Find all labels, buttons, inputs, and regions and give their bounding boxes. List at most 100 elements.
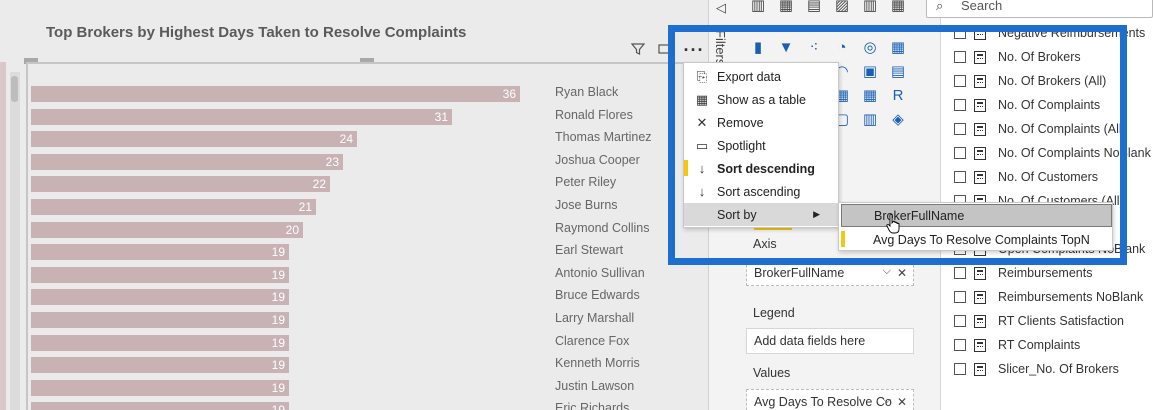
bar-row[interactable]: 19 xyxy=(31,379,289,396)
bar[interactable] xyxy=(31,131,357,148)
bar-row[interactable]: 19 xyxy=(31,266,289,283)
field-label: No. Of Complaints NoBlank xyxy=(998,146,1151,160)
field-item[interactable]: No. Of Brokers xyxy=(954,48,1081,66)
bar[interactable] xyxy=(31,266,289,283)
bar[interactable] xyxy=(31,199,316,215)
card-icon[interactable]: ▣ xyxy=(859,60,881,82)
context-menu: ⎘ Export data ▦ Show as a table ✕ Remove ▭ Spot… xyxy=(683,62,839,228)
collapse-arrow-icon[interactable]: ◁ xyxy=(716,0,726,16)
field-item[interactable]: Negative Reimbursements xyxy=(954,24,1145,42)
column-100-icon[interactable]: ▥ xyxy=(859,0,881,16)
remove-field-icon[interactable]: ✕ xyxy=(897,395,907,409)
donut-icon[interactable]: ◎ xyxy=(859,36,881,58)
multirow-card-icon[interactable]: ▤ xyxy=(887,60,909,82)
bar[interactable] xyxy=(31,108,452,125)
bar-row[interactable]: 19 xyxy=(31,402,289,410)
stacked-bar-icon[interactable]: ▥ xyxy=(747,0,769,16)
field-item[interactable]: RT Complaints xyxy=(954,336,1080,354)
field-checkbox[interactable] xyxy=(954,339,966,351)
r-visual-icon[interactable]: R xyxy=(887,84,909,106)
funnel-icon[interactable]: ▼ xyxy=(775,36,797,58)
field-checkbox[interactable] xyxy=(954,75,966,87)
treemap-icon[interactable]: ▦ xyxy=(887,36,909,58)
field-checkbox[interactable] xyxy=(954,123,966,135)
field-checkbox[interactable] xyxy=(954,99,966,111)
field-checkbox[interactable] xyxy=(954,363,966,375)
filters-tab[interactable]: Filters xyxy=(712,30,728,65)
bar-100-icon[interactable]: ▦ xyxy=(887,0,909,16)
more-options-button[interactable]: ··· xyxy=(680,38,708,62)
bar[interactable] xyxy=(31,402,289,410)
bar[interactable] xyxy=(31,176,330,193)
bar-row[interactable]: 19 xyxy=(31,289,289,306)
spotlight-menu-item[interactable]: ▭ Spotlight xyxy=(684,134,838,157)
pie-icon[interactable]: ◔ xyxy=(831,36,853,58)
matrix-icon[interactable]: ▦ xyxy=(859,84,881,106)
bar[interactable] xyxy=(31,244,289,261)
bar-row[interactable]: 19 xyxy=(31,357,289,374)
ribbon-chart-icon[interactable]: ▮ xyxy=(747,36,769,58)
visual-scrollbar-track[interactable] xyxy=(10,72,20,410)
bar-row[interactable]: 22 xyxy=(31,176,330,193)
bar[interactable] xyxy=(31,153,343,170)
field-checkbox[interactable] xyxy=(954,315,966,327)
field-checkbox[interactable] xyxy=(954,51,966,63)
well-field[interactable]: Add data fields here xyxy=(746,328,914,354)
report-canvas: Top Brokers by Highest Days Taken to Res… xyxy=(0,0,708,410)
bar-row[interactable]: 36 xyxy=(31,86,520,102)
field-item[interactable]: Reimbursements xyxy=(954,264,1092,282)
visual-scrollbar-thumb[interactable] xyxy=(11,76,18,102)
sort-by-option[interactable]: Avg Days To Resolve Complaints TopN xyxy=(841,228,1112,251)
bar[interactable] xyxy=(31,312,289,328)
export-data-menu-item[interactable]: ⎘ Export data xyxy=(684,65,838,88)
chevron-down-icon[interactable]: ⌵ xyxy=(883,394,891,407)
bar[interactable] xyxy=(31,379,289,396)
bar-row[interactable]: 19 xyxy=(31,244,289,261)
decomposition-tree-icon[interactable]: ◈ xyxy=(887,108,909,130)
clustered-column-icon[interactable]: ▨ xyxy=(831,0,853,16)
well-field[interactable]: Avg Days To Resolve Co ⌵ ✕ xyxy=(746,389,914,410)
bar[interactable] xyxy=(31,221,303,238)
field-checkbox[interactable] xyxy=(954,147,966,159)
field-checkbox[interactable] xyxy=(954,171,966,183)
scatter-icon[interactable]: ⁖ xyxy=(803,36,825,58)
bar[interactable] xyxy=(31,289,289,306)
bar[interactable] xyxy=(31,357,289,374)
sort-descending-menu-item[interactable]: ↓ Sort descending xyxy=(684,157,838,180)
bar-row[interactable]: 21 xyxy=(31,199,316,215)
field-checkbox[interactable] xyxy=(954,267,966,279)
bar-row[interactable]: 20 xyxy=(31,221,303,238)
bar[interactable] xyxy=(31,334,289,351)
field-item[interactable]: No. Of Complaints xyxy=(954,96,1100,114)
bar-row[interactable]: 31 xyxy=(31,108,452,125)
field-item[interactable]: Reimbursements NoBlank xyxy=(954,288,1143,306)
bar-row[interactable]: 23 xyxy=(31,153,343,170)
key-influencers-icon[interactable]: ▥ xyxy=(859,108,881,130)
bar-row[interactable]: 19 xyxy=(31,334,289,351)
focus-mode-icon[interactable] xyxy=(652,38,676,60)
field-item[interactable]: No. Of Brokers (All) xyxy=(954,72,1106,90)
field-checkbox[interactable] xyxy=(954,291,966,303)
sort-by-menu-item[interactable]: Sort by ▶ xyxy=(684,203,838,226)
bar-row[interactable]: 19 xyxy=(31,312,289,328)
clustered-bar-icon[interactable]: ▦ xyxy=(775,0,797,16)
field-item[interactable]: No. Of Complaints (All) xyxy=(954,120,1126,138)
sort-by-option[interactable]: BrokerFullName xyxy=(841,204,1112,227)
field-item[interactable]: Slicer_No. Of Brokers xyxy=(954,360,1119,378)
remove-field-icon[interactable]: ✕ xyxy=(897,266,907,280)
bar[interactable] xyxy=(31,86,520,102)
chevron-down-icon[interactable]: ⌵ xyxy=(883,265,891,278)
remove-menu-item[interactable]: ✕ Remove xyxy=(684,111,838,134)
field-label: Slicer_No. Of Brokers xyxy=(998,362,1119,376)
sort-ascending-menu-item[interactable]: ↓ Sort ascending xyxy=(684,180,838,203)
stacked-column-icon[interactable]: ▤ xyxy=(803,0,825,16)
bar-row[interactable]: 24 xyxy=(31,131,357,148)
field-item[interactable]: No. Of Complaints NoBlank xyxy=(954,144,1151,162)
field-item[interactable]: RT Clients Satisfaction xyxy=(954,312,1124,330)
show-as-a-table-menu-item[interactable]: ▦ Show as a table xyxy=(684,88,838,111)
well-field[interactable]: BrokerFullName ⌵ ✕ xyxy=(746,260,914,286)
filter-icon[interactable] xyxy=(626,38,650,60)
active-indicator xyxy=(841,231,845,247)
field-checkbox[interactable] xyxy=(954,27,966,39)
field-item[interactable]: No. Of Customers xyxy=(954,168,1098,186)
